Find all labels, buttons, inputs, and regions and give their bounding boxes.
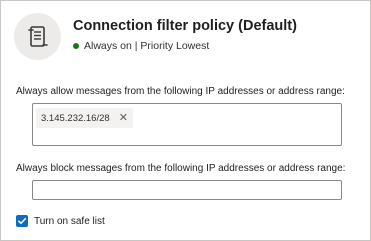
safe-list-label: Turn on safe list xyxy=(34,215,105,227)
page-title: Connection filter policy (Default) xyxy=(73,18,297,34)
ip-tag-value: 3.145.232.16/28 xyxy=(41,112,110,124)
allow-list-field[interactable]: 3.145.232.16/28 ✕ xyxy=(32,103,342,146)
policy-panel: Connection filter policy (Default) Alway… xyxy=(0,0,371,241)
policy-status: Always on | Priority Lowest xyxy=(73,40,209,52)
close-icon[interactable]: ✕ xyxy=(119,112,128,124)
status-dot-icon xyxy=(73,43,79,49)
block-list-label: Always block messages from the following… xyxy=(16,163,346,174)
policy-document-icon xyxy=(14,13,61,60)
ip-tag: 3.145.232.16/28 ✕ xyxy=(36,108,133,128)
safe-list-checkbox[interactable] xyxy=(16,215,28,227)
block-list-field[interactable] xyxy=(32,180,342,200)
policy-status-text: Always on | Priority Lowest xyxy=(84,40,210,52)
allow-list-label: Always allow messages from the following… xyxy=(16,86,345,97)
safe-list-option[interactable]: Turn on safe list xyxy=(16,215,105,227)
checkmark-icon xyxy=(18,217,27,225)
